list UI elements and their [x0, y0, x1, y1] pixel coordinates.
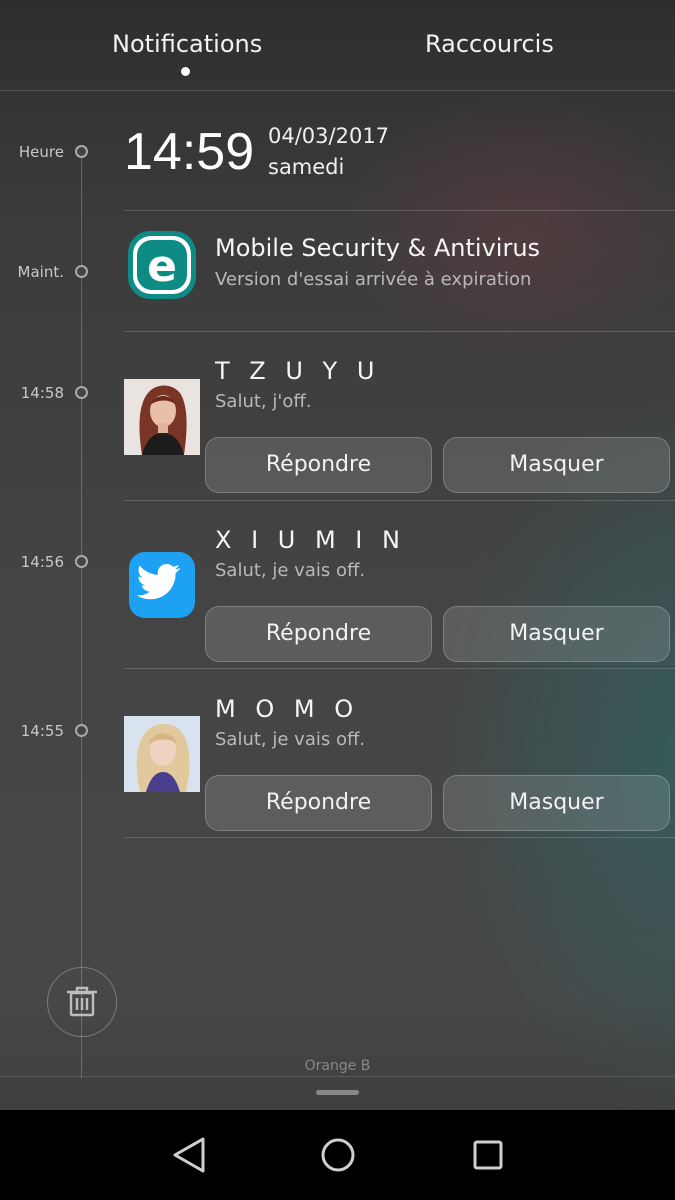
contact-photo	[124, 379, 200, 455]
timeline-dot	[75, 724, 88, 737]
timeline-line	[81, 150, 82, 1078]
notification-title: X I U M I N	[215, 526, 406, 554]
timeline-dot	[75, 386, 88, 399]
notification-title: M O M O	[215, 695, 360, 723]
notification-title: T Z U Y U	[215, 357, 381, 385]
recents-icon[interactable]	[466, 1133, 510, 1177]
clear-all-button[interactable]	[47, 967, 117, 1037]
notification-text: Version d'essai arrivée à expiration	[215, 269, 532, 290]
tab-shortcuts[interactable]: Raccourcis	[425, 30, 554, 58]
divider	[0, 1076, 675, 1077]
divider	[124, 837, 675, 838]
reply-button[interactable]: Répondre	[205, 606, 432, 662]
drag-handle[interactable]	[316, 1090, 359, 1095]
reply-button[interactable]: Répondre	[205, 437, 432, 493]
divider	[124, 210, 675, 211]
hide-button[interactable]: Masquer	[443, 437, 670, 493]
reply-button[interactable]: Répondre	[205, 775, 432, 831]
home-icon[interactable]	[316, 1133, 360, 1177]
timeline-label-clock: Heure	[18, 143, 64, 161]
tab-notifications[interactable]: Notifications	[112, 30, 262, 58]
active-tab-indicator	[181, 67, 190, 76]
trash-icon	[67, 986, 97, 1017]
timeline-label: Maint.	[17, 263, 64, 281]
timeline-label: 14:56	[20, 553, 64, 571]
timeline-label: 14:55	[20, 722, 64, 740]
divider	[124, 668, 675, 669]
contact-photo	[124, 716, 200, 792]
clock-date: 04/03/2017	[268, 124, 390, 148]
timeline-label: 14:58	[20, 384, 64, 402]
timeline-dot	[75, 265, 88, 278]
hide-button[interactable]: Masquer	[443, 775, 670, 831]
clock-day: samedi	[268, 155, 345, 179]
eset-icon: e	[124, 227, 200, 303]
clock-time: 14:59	[124, 123, 255, 181]
back-icon[interactable]	[167, 1133, 211, 1177]
divider	[124, 500, 675, 501]
timeline-dot	[75, 555, 88, 568]
hide-button[interactable]: Masquer	[443, 606, 670, 662]
notification-shade-tabs: Notifications Raccourcis	[0, 0, 675, 91]
notification-text: Salut, je vais off.	[215, 729, 366, 750]
timeline-dot	[75, 145, 88, 158]
svg-text:e: e	[147, 241, 177, 292]
notification-title: Mobile Security & Antivirus	[215, 234, 541, 262]
notification-text: Salut, je vais off.	[215, 560, 366, 581]
notification-text: Salut, j'off.	[215, 391, 312, 412]
carrier-name: Orange B	[304, 1058, 371, 1074]
twitter-icon	[124, 547, 200, 623]
navigation-bar	[0, 1110, 675, 1200]
divider	[124, 331, 675, 332]
